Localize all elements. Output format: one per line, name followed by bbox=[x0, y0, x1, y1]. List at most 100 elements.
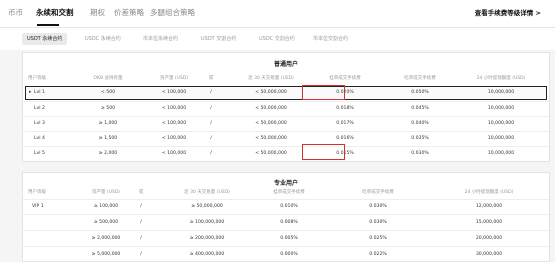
maker-fee-cell: 0.016% bbox=[336, 136, 354, 141]
active-tab-underline bbox=[37, 24, 59, 26]
volume-cell: < 50,000,000 bbox=[255, 151, 287, 156]
maker-fee-cell: 0.008% bbox=[280, 220, 298, 225]
level-cell: Lvl 5 bbox=[34, 151, 45, 156]
level-cell: Lvl 2 bbox=[34, 106, 45, 111]
maker-fee-cell: 0.005% bbox=[280, 236, 298, 241]
col-header-taker-fee: 吃单成交手续费 bbox=[404, 76, 436, 81]
row-divider bbox=[23, 199, 549, 200]
col-header-30d-volume: 近 30 天交易量 (USD) bbox=[184, 190, 230, 195]
assets-cell: < 100,000 bbox=[161, 136, 187, 141]
top-nav: 币币 永续和交割 期权 价差策略 多腿组合策略 查看手续费等级详情 > bbox=[0, 0, 555, 28]
row-marker-icon: ▸ bbox=[29, 90, 32, 95]
taker-fee-cell: 0.022% bbox=[369, 252, 387, 257]
tab-spot[interactable]: 币币 bbox=[8, 7, 23, 18]
col-header-or: 或 bbox=[208, 76, 214, 81]
row-divider bbox=[23, 131, 549, 132]
taker-fee-cell: 0.035% bbox=[411, 136, 429, 141]
col-header-level: 用户等级 bbox=[28, 190, 46, 195]
taker-fee-cell: 0.025% bbox=[369, 236, 387, 241]
or-cell: / bbox=[140, 220, 142, 225]
assets-cell: < 100,000 bbox=[161, 106, 187, 111]
okb-cell: < 500 bbox=[100, 90, 116, 95]
subtab-usdt-delivery[interactable]: USDT 交割合约 bbox=[196, 33, 241, 45]
okb-cell: ≥ 500 bbox=[100, 106, 116, 111]
volume-cell: < 50,000,000 bbox=[255, 90, 287, 95]
assets-cell: < 100,000 bbox=[161, 90, 187, 95]
taker-fee-cell: 0.030% bbox=[369, 220, 387, 225]
subtab-usdc-perpetual[interactable]: USDC 永续合约 bbox=[80, 33, 126, 45]
assets-cell: < 100,000 bbox=[161, 121, 187, 126]
volume-cell: ≥ 50,000,000 bbox=[191, 204, 223, 209]
col-header-maker-fee: 挂单成交手续费 bbox=[273, 190, 305, 195]
contract-type-tabs: USDT 永续合约 USDC 永续合约 币本位永续合约 USDT 交割合约 US… bbox=[0, 28, 555, 50]
taker-fee-cell: 0.030% bbox=[369, 204, 387, 209]
col-header-withdraw-limit: 24 小时提现额度 (USD) bbox=[464, 190, 514, 195]
or-cell: / bbox=[140, 236, 142, 241]
regular-user-title: 普通用户 bbox=[273, 61, 298, 68]
assets-cell: ≥ 5,000,000 bbox=[91, 252, 121, 257]
or-cell: / bbox=[140, 204, 142, 209]
col-header-taker-fee: 吃单成交手续费 bbox=[362, 190, 394, 195]
withdraw-cell: 10,000,000 bbox=[487, 106, 515, 111]
subtab-usdt-perpetual[interactable]: USDT 永续合约 bbox=[22, 33, 68, 45]
row-divider bbox=[23, 230, 549, 231]
level-cell: VIP 1 bbox=[32, 204, 44, 209]
row-divider bbox=[23, 246, 549, 247]
or-cell: / bbox=[210, 90, 212, 95]
withdraw-cell: 12,000,000 bbox=[475, 204, 503, 209]
subtab-coin-delivery[interactable]: 币本位交割合约 bbox=[308, 33, 353, 45]
assets-cell: < 100,000 bbox=[161, 151, 187, 156]
tab-perpetual-futures[interactable]: 永续和交割 bbox=[36, 7, 74, 18]
pro-user-fee-table: 专业用户 用户等级 资产量 (USD) 或 近 30 天交易量 (USD) 挂单… bbox=[22, 172, 550, 262]
col-header-withdraw-limit: 24 小时提现额度 (USD) bbox=[476, 76, 526, 81]
withdraw-cell: 20,000,000 bbox=[475, 236, 503, 241]
level-cell: Lvl 4 bbox=[34, 136, 45, 141]
maker-fee-highlight-box bbox=[302, 85, 345, 100]
taker-fee-cell: 0.040% bbox=[411, 121, 429, 126]
level-cell: Lvl 1 bbox=[34, 90, 45, 95]
volume-cell: < 50,000,000 bbox=[255, 121, 287, 126]
assets-cell: ≥ 2,000,000 bbox=[91, 236, 121, 241]
maker-fee-cell: 0.017% bbox=[336, 121, 354, 126]
withdraw-cell: 10,000,000 bbox=[487, 90, 515, 95]
tab-options[interactable]: 期权 bbox=[90, 7, 105, 18]
volume-cell: ≥ 100,000,000 bbox=[189, 220, 225, 225]
okb-cell: ≥ 1,500 bbox=[98, 136, 118, 141]
okb-cell: ≥ 2,000 bbox=[98, 151, 118, 156]
maker-fee-cell: 0.000% bbox=[280, 252, 298, 257]
or-cell: / bbox=[210, 121, 212, 126]
assets-cell: ≥ 100,000 bbox=[93, 204, 119, 209]
withdraw-cell: 15,000,000 bbox=[475, 220, 503, 225]
withdraw-cell: 10,000,000 bbox=[487, 121, 515, 126]
maker-fee-highlight-box bbox=[302, 144, 345, 160]
fee-level-details-link[interactable]: 查看手续费等级详情 > bbox=[475, 7, 541, 17]
level-cell: Lvl 3 bbox=[34, 121, 45, 126]
or-cell: / bbox=[210, 151, 212, 156]
volume-cell: ≥ 400,000,000 bbox=[189, 252, 225, 257]
taker-fee-cell: 0.030% bbox=[411, 151, 429, 156]
col-header-level: 用户等级 bbox=[28, 76, 46, 81]
col-header-assets: 资产量 (USD) bbox=[91, 190, 121, 195]
taker-fee-cell: 0.050% bbox=[411, 90, 429, 95]
col-header-or: 或 bbox=[138, 190, 144, 195]
withdraw-cell: 30,000,000 bbox=[475, 252, 503, 257]
tab-spread-strategy[interactable]: 价差策略 bbox=[114, 7, 144, 18]
withdraw-cell: 10,000,000 bbox=[487, 151, 515, 156]
or-cell: / bbox=[140, 252, 142, 257]
withdraw-cell: 10,000,000 bbox=[487, 136, 515, 141]
volume-cell: < 50,000,000 bbox=[255, 106, 287, 111]
taker-fee-cell: 0.045% bbox=[411, 106, 429, 111]
maker-fee-cell: 0.010% bbox=[280, 204, 298, 209]
subtab-coin-perpetual[interactable]: 币本位永续合约 bbox=[138, 33, 183, 45]
row-divider bbox=[23, 101, 549, 102]
row-divider bbox=[23, 146, 549, 147]
tab-multi-leg-strategy[interactable]: 多腿组合策略 bbox=[150, 7, 195, 18]
regular-user-fee-table: 普通用户 用户等级 OKB 总持有量 资产量 (USD) 或 近 30 天交易量… bbox=[22, 52, 550, 162]
subtab-usdc-delivery[interactable]: USDC 交割合约 bbox=[254, 33, 300, 45]
maker-fee-cell: 0.018% bbox=[336, 106, 354, 111]
col-header-30d-volume: 近 30 天交易量 (USD) bbox=[248, 76, 294, 81]
pro-user-title: 专业用户 bbox=[273, 180, 298, 187]
okb-cell: ≥ 1,000 bbox=[98, 121, 118, 126]
row-divider bbox=[23, 214, 549, 215]
assets-cell: ≥ 500,000 bbox=[93, 220, 119, 225]
